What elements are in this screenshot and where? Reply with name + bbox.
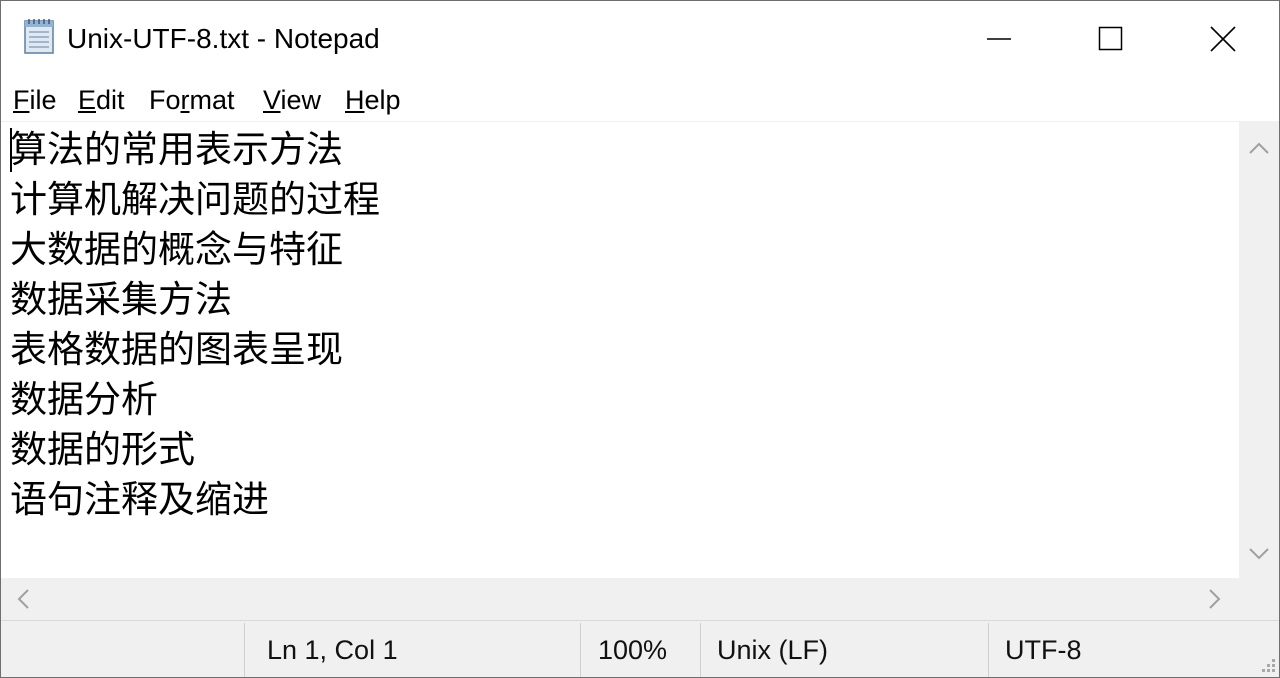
chevron-left-icon (17, 589, 29, 609)
text-line[interactable]: 算法的常用表示方法 (10, 125, 380, 175)
menu-format-label-start: Fo (149, 85, 181, 115)
vertical-scrollbar[interactable] (1239, 122, 1279, 578)
scroll-up-button[interactable] (1239, 128, 1279, 168)
chevron-down-icon (1249, 548, 1269, 560)
menu-edit-mnemonic: E (78, 85, 97, 115)
menu-edit-label: dit (96, 85, 125, 115)
close-icon (1210, 26, 1236, 52)
close-button[interactable] (1167, 1, 1279, 77)
menu-file[interactable]: File (13, 83, 57, 117)
status-divider (988, 623, 989, 677)
menu-help-label: elp (364, 85, 401, 115)
horizontal-scrollbar[interactable] (1, 578, 1239, 620)
text-editor[interactable]: 算法的常用表示方法 计算机解决问题的过程 大数据的概念与特征 数据采集方法 表格… (1, 122, 1239, 578)
menu-format-label-end: mat (189, 85, 235, 115)
menu-view[interactable]: View (263, 83, 321, 117)
menu-view-mnemonic: V (263, 85, 281, 115)
window-title: Unix-UTF-8.txt - Notepad (67, 23, 380, 54)
title-bar[interactable]: Unix-UTF-8.txt - Notepad (1, 1, 1279, 77)
text-line[interactable]: 计算机解决问题的过程 (10, 175, 380, 225)
status-zoom: 100% (598, 635, 668, 665)
resize-grip-icon[interactable] (1255, 654, 1277, 676)
menu-view-label: iew (280, 85, 322, 115)
scrollbar-corner (1239, 578, 1279, 620)
status-cursor-position: Ln 1, Col 1 (267, 635, 398, 665)
text-line[interactable]: 大数据的概念与特征 (10, 225, 380, 275)
status-divider (580, 623, 581, 677)
scroll-down-button[interactable] (1239, 534, 1279, 574)
text-line[interactable]: 表格数据的图表呈现 (10, 325, 380, 375)
maximize-button[interactable] (1055, 1, 1167, 77)
chevron-up-icon (1249, 142, 1269, 154)
minimize-icon (987, 38, 1011, 40)
text-line[interactable]: 数据分析 (10, 375, 380, 425)
menu-format[interactable]: Format (149, 83, 235, 117)
menu-help-mnemonic: H (345, 85, 365, 115)
text-line[interactable]: 数据的形式 (10, 425, 380, 475)
menu-edit[interactable]: Edit (78, 83, 125, 117)
menu-file-mnemonic: F (13, 85, 30, 115)
menu-format-mnemonic: r (180, 85, 190, 115)
status-encoding: UTF-8 (1005, 635, 1082, 665)
scroll-right-button[interactable] (1195, 579, 1235, 619)
scroll-left-button[interactable] (3, 579, 43, 619)
menu-help[interactable]: Help (345, 83, 401, 117)
status-line-ending: Unix (LF) (717, 635, 829, 665)
status-divider (700, 623, 701, 677)
chevron-right-icon (1209, 589, 1221, 609)
text-line[interactable]: 数据采集方法 (10, 275, 380, 325)
text-line[interactable]: 语句注释及缩进 (10, 475, 380, 525)
editor-content[interactable]: 算法的常用表示方法 计算机解决问题的过程 大数据的概念与特征 数据采集方法 表格… (10, 125, 380, 525)
notepad-icon[interactable] (21, 17, 57, 55)
status-bar: Ln 1, Col 1 100% Unix (LF) UTF-8 (1, 620, 1279, 677)
status-divider (244, 623, 245, 677)
notepad-window: Unix-UTF-8.txt - Notepad File Edit Forma… (0, 0, 1280, 678)
menu-bar: File Edit Format View Help (1, 77, 1279, 122)
minimize-button[interactable] (943, 1, 1055, 77)
menu-file-label: ile (29, 85, 57, 115)
maximize-icon (1098, 26, 1123, 51)
